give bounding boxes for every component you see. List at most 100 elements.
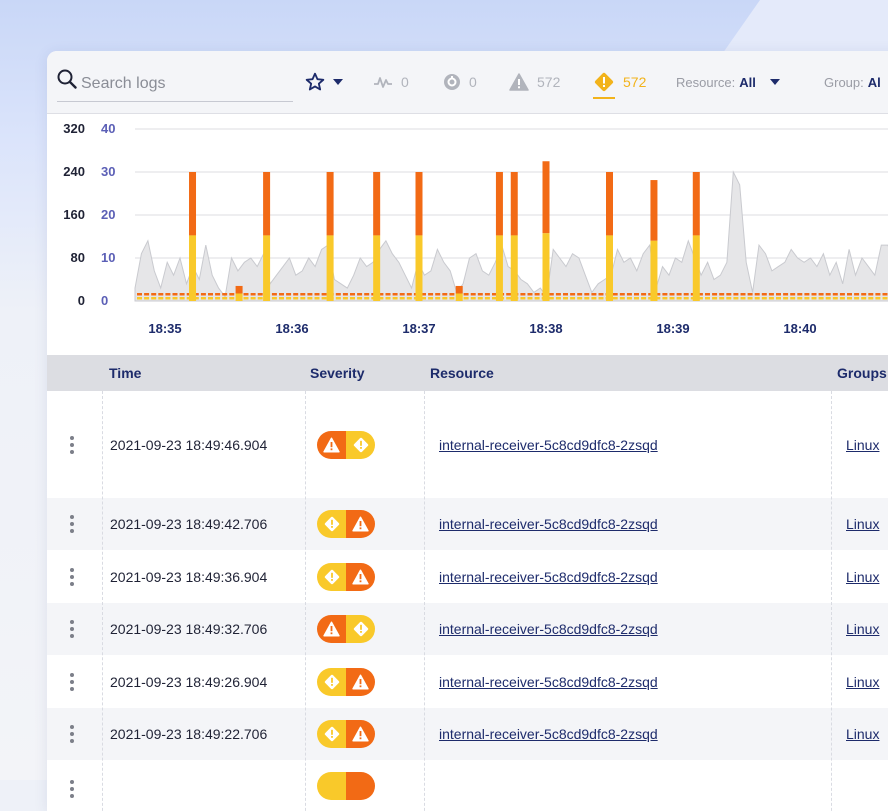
bar-segment-notice <box>326 235 334 301</box>
baseline-tick-yellow <box>847 297 852 300</box>
search-input[interactable] <box>79 72 293 96</box>
star-icon <box>305 72 325 91</box>
filter-error[interactable]: 0 <box>443 70 477 94</box>
bar-segment-warning <box>415 172 423 236</box>
resource-link[interactable]: internal-receiver-5c8cd9dfc8-2zsqd <box>439 621 658 637</box>
group-link[interactable]: Linux <box>846 437 879 453</box>
table-row[interactable]: 2021-09-23 18:49:46.904 internal-receiver… <box>47 391 888 498</box>
baseline-tick-yellow <box>825 297 831 300</box>
severity-notice <box>317 510 346 538</box>
bar-segment-notice <box>415 235 423 301</box>
baseline-tick-orange <box>357 293 363 296</box>
baseline-tick-orange <box>271 293 277 296</box>
row-menu-icon[interactable] <box>70 620 74 641</box>
baseline-tick-orange <box>229 293 235 296</box>
group-link[interactable]: Linux <box>846 674 879 690</box>
column-header-time[interactable]: Time <box>109 365 141 381</box>
resource-link[interactable]: internal-receiver-5c8cd9dfc8-2zsqd <box>439 674 658 690</box>
filter-warning[interactable]: 572 <box>509 70 560 94</box>
resource-filter-label: Resource: <box>676 74 736 90</box>
row-menu-icon[interactable] <box>70 436 74 457</box>
bar-segment-warning <box>510 172 518 236</box>
baseline-tick-orange <box>875 293 881 296</box>
group-link[interactable]: Linux <box>846 516 879 532</box>
resource-link[interactable]: internal-receiver-5c8cd9dfc8-2zsqd <box>439 726 658 742</box>
baseline-tick-yellow <box>137 297 142 300</box>
group-filter[interactable]: Group: Al <box>824 70 881 94</box>
column-header-groups[interactable]: Groups <box>837 365 887 381</box>
severity-notice <box>317 563 346 591</box>
baseline-tick-yellow <box>839 297 845 300</box>
bar-segment-notice <box>542 233 550 301</box>
search-box[interactable] <box>57 69 293 102</box>
filter-notice[interactable]: 572 <box>593 70 646 94</box>
baseline-tick-orange <box>811 293 817 296</box>
baseline-tick-orange <box>726 293 732 296</box>
baseline-tick-yellow <box>740 297 746 300</box>
baseline-tick-yellow <box>463 297 469 300</box>
table-row[interactable]: 2021-09-23 18:49:26.904 internal-receiver… <box>47 655 888 708</box>
baseline-tick-yellow <box>591 297 597 300</box>
severity-warning <box>317 615 346 643</box>
baseline-tick-orange <box>385 293 391 296</box>
resource-link[interactable]: internal-receiver-5c8cd9dfc8-2zsqd <box>439 516 658 532</box>
baseline-tick-orange <box>733 293 739 296</box>
baseline-tick-orange <box>470 293 476 296</box>
row-menu-icon[interactable] <box>70 725 74 746</box>
baseline-tick-orange <box>598 293 604 296</box>
metric-count: 0 <box>401 74 409 90</box>
column-header-resource[interactable]: Resource <box>430 365 494 381</box>
bar-segment-notice <box>650 240 658 301</box>
resource-filter[interactable]: Resource: All <box>676 70 780 94</box>
row-menu-icon[interactable] <box>70 673 74 694</box>
table-row[interactable] <box>47 760 888 811</box>
row-menu-icon[interactable] <box>70 780 74 801</box>
table-row[interactable]: 2021-09-23 18:49:22.706 internal-receiver… <box>47 708 888 760</box>
row-time: 2021-09-23 18:49:22.706 <box>110 726 268 742</box>
resource-link[interactable]: internal-receiver-5c8cd9dfc8-2zsqd <box>439 569 658 585</box>
baseline-tick-orange <box>442 293 448 296</box>
warning-icon <box>323 437 340 453</box>
group-link[interactable]: Linux <box>846 621 879 637</box>
severity-badge <box>317 720 375 748</box>
chevron-down-icon <box>333 79 343 85</box>
baseline-tick-orange <box>705 293 710 296</box>
pulse-icon <box>374 77 392 88</box>
severity-notice <box>317 668 346 696</box>
group-filter-value: Al <box>867 74 881 90</box>
group-link[interactable]: Linux <box>846 726 879 742</box>
baseline-tick-orange <box>548 293 554 296</box>
baseline-tick-orange <box>257 293 263 296</box>
table-row[interactable]: 2021-09-23 18:49:42.706 internal-receiver… <box>47 498 888 550</box>
baseline-tick-yellow <box>350 297 355 300</box>
severity-badge <box>317 615 375 643</box>
filter-metric[interactable]: 0 <box>373 70 409 94</box>
baseline-tick-yellow <box>321 297 327 300</box>
column-header-severity[interactable]: Severity <box>310 365 364 381</box>
favorites-dropdown[interactable] <box>305 70 343 94</box>
logs-panel: 0 0 572 572 <box>47 51 888 811</box>
baseline-tick-yellow <box>882 297 888 300</box>
group-link[interactable]: Linux <box>846 569 879 585</box>
baseline-tick-yellow <box>619 297 625 300</box>
baseline-tick-yellow <box>790 297 796 300</box>
baseline-tick-orange <box>144 293 150 296</box>
baseline-tick-yellow <box>179 297 185 300</box>
baseline-tick-yellow <box>548 297 554 300</box>
baseline-tick-yellow <box>804 297 810 300</box>
baseline-tick-orange <box>300 293 306 296</box>
baseline-tick-orange <box>506 293 512 296</box>
notice-icon <box>594 72 614 92</box>
row-menu-icon[interactable] <box>70 515 74 536</box>
table-row[interactable]: 2021-09-23 18:49:36.904 internal-receiver… <box>47 550 888 603</box>
bar-segment-notice <box>495 235 503 301</box>
baseline-tick-yellow <box>257 297 263 300</box>
baseline-tick-yellow <box>563 297 568 300</box>
error-count: 0 <box>469 74 477 90</box>
baseline-tick-orange <box>839 293 845 296</box>
resource-link[interactable]: internal-receiver-5c8cd9dfc8-2zsqd <box>439 437 658 453</box>
row-menu-icon[interactable] <box>70 568 74 589</box>
table-row[interactable]: 2021-09-23 18:49:32.706 internal-receiver… <box>47 603 888 655</box>
severity-notice <box>317 720 346 748</box>
severity-warning <box>317 431 346 459</box>
